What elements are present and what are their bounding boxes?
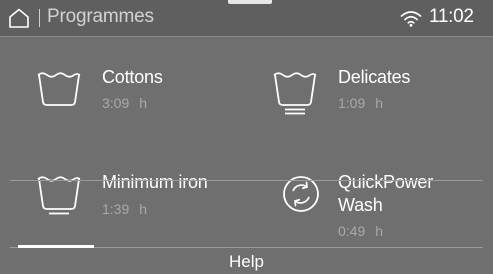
programme-tile-delicates[interactable]: Delicates 1:09 h (256, 49, 486, 149)
page-indicator (18, 245, 94, 248)
home-icon[interactable] (8, 8, 30, 28)
programme-duration: 1:39 h (102, 201, 148, 217)
programme-duration: 1:09 h (338, 95, 384, 111)
help-button[interactable]: Help (0, 252, 493, 272)
programme-tile-cottons[interactable]: Cottons 3:09 h (20, 49, 250, 149)
bottom-bar: Help (0, 245, 493, 274)
cottons-tub-icon (37, 72, 81, 106)
programme-grid: Cottons 3:09 h Delicates 1:09 h Minimum ir… (0, 37, 493, 247)
wifi-icon (400, 11, 422, 27)
page-title: Programmes (47, 6, 154, 27)
programme-tile-quickpower-wash[interactable]: QuickPower Wash 0:49 h (256, 155, 486, 255)
programme-name-line1: QuickPower (338, 172, 434, 192)
grid-divider (10, 180, 483, 181)
programme-name: Delicates (338, 67, 411, 87)
programme-duration: 3:09 h (102, 95, 148, 111)
programme-name-line2: Wash (338, 195, 383, 215)
status-bar: Programmes 11:02 (0, 0, 493, 37)
programme-name: Cottons (102, 67, 163, 87)
programme-tile-minimum-iron[interactable]: Minimum iron 1:39 h (20, 155, 250, 255)
header-divider (39, 9, 40, 27)
pull-down-handle[interactable] (228, 0, 272, 4)
programme-name: QuickPower Wash (338, 171, 433, 217)
programme-duration: 0:49 h (338, 223, 384, 239)
delicates-tub-icon (273, 72, 317, 115)
clock-time: 11:02 (429, 6, 474, 27)
programme-name: Minimum iron (102, 172, 208, 192)
